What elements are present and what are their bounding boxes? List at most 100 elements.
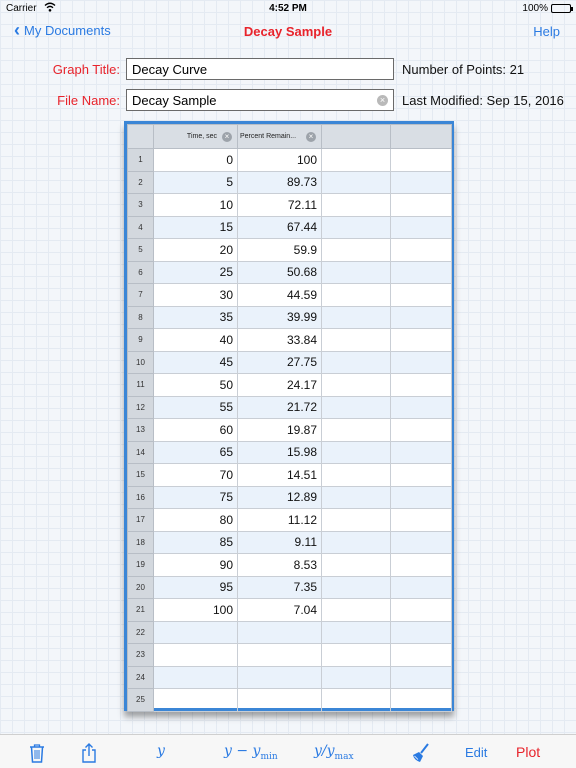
row-number[interactable]: 22 bbox=[127, 620, 154, 644]
clear-column-icon[interactable]: × bbox=[306, 132, 316, 142]
row-number[interactable]: 13 bbox=[127, 418, 154, 442]
empty-cell[interactable] bbox=[321, 395, 391, 419]
empty-cell[interactable] bbox=[390, 215, 452, 239]
empty-cell[interactable] bbox=[390, 328, 452, 352]
empty-cell[interactable] bbox=[321, 170, 391, 194]
time-cell[interactable]: 20 bbox=[153, 238, 238, 262]
percent-cell[interactable] bbox=[237, 620, 322, 644]
percent-cell[interactable] bbox=[237, 643, 322, 667]
empty-cell[interactable] bbox=[321, 215, 391, 239]
clear-column-icon[interactable]: × bbox=[222, 132, 232, 142]
empty-cell[interactable] bbox=[390, 193, 452, 217]
row-number[interactable]: 17 bbox=[127, 508, 154, 532]
row-number[interactable]: 9 bbox=[127, 328, 154, 352]
empty-cell[interactable] bbox=[390, 238, 452, 262]
time-cell[interactable]: 65 bbox=[153, 440, 238, 464]
empty-cell[interactable] bbox=[321, 148, 391, 172]
row-number[interactable]: 6 bbox=[127, 260, 154, 284]
help-button[interactable]: Help bbox=[533, 24, 560, 39]
empty-cell[interactable] bbox=[390, 395, 452, 419]
row-number[interactable]: 25 bbox=[127, 688, 154, 712]
y-div-ymax-button[interactable]: y/ymax bbox=[314, 743, 354, 765]
plot-button[interactable]: Plot bbox=[516, 744, 540, 766]
column-header-percent[interactable]: Percent Remain... × bbox=[237, 124, 322, 149]
clear-icon[interactable]: × bbox=[377, 95, 388, 106]
percent-cell[interactable]: 72.11 bbox=[237, 193, 322, 217]
clear-data-button[interactable] bbox=[410, 742, 432, 764]
percent-cell[interactable]: 39.99 bbox=[237, 305, 322, 329]
empty-cell[interactable] bbox=[321, 283, 391, 307]
time-cell[interactable] bbox=[153, 688, 238, 712]
time-cell[interactable]: 25 bbox=[153, 260, 238, 284]
empty-cell[interactable] bbox=[390, 463, 452, 487]
percent-cell[interactable]: 9.11 bbox=[237, 530, 322, 554]
empty-cell[interactable] bbox=[390, 148, 452, 172]
row-number[interactable]: 21 bbox=[127, 598, 154, 622]
empty-cell[interactable] bbox=[321, 643, 391, 667]
back-button[interactable]: ‹ My Documents bbox=[14, 21, 111, 39]
empty-cell[interactable] bbox=[321, 575, 391, 599]
column-header-time[interactable]: Time, sec × bbox=[153, 124, 238, 149]
empty-cell[interactable] bbox=[390, 553, 452, 577]
percent-cell[interactable]: 15.98 bbox=[237, 440, 322, 464]
percent-cell[interactable]: 8.53 bbox=[237, 553, 322, 577]
empty-cell[interactable] bbox=[390, 283, 452, 307]
empty-cell[interactable] bbox=[390, 260, 452, 284]
empty-cell[interactable] bbox=[390, 373, 452, 397]
empty-cell[interactable] bbox=[390, 508, 452, 532]
empty-cell[interactable] bbox=[321, 553, 391, 577]
empty-cell[interactable] bbox=[390, 643, 452, 667]
y-minus-ymin-button[interactable]: y − ymin bbox=[224, 743, 278, 765]
row-number[interactable]: 14 bbox=[127, 440, 154, 464]
time-cell[interactable]: 50 bbox=[153, 373, 238, 397]
row-number[interactable]: 10 bbox=[127, 350, 154, 374]
empty-cell[interactable] bbox=[321, 260, 391, 284]
empty-cell[interactable] bbox=[321, 530, 391, 554]
empty-cell[interactable] bbox=[321, 373, 391, 397]
empty-cell[interactable] bbox=[390, 530, 452, 554]
time-cell[interactable] bbox=[153, 665, 238, 689]
row-number[interactable]: 23 bbox=[127, 643, 154, 667]
empty-cell[interactable] bbox=[390, 620, 452, 644]
percent-cell[interactable] bbox=[237, 665, 322, 689]
percent-cell[interactable]: 19.87 bbox=[237, 418, 322, 442]
time-cell[interactable]: 35 bbox=[153, 305, 238, 329]
row-number[interactable]: 19 bbox=[127, 553, 154, 577]
percent-cell[interactable]: 89.73 bbox=[237, 170, 322, 194]
time-cell[interactable]: 70 bbox=[153, 463, 238, 487]
time-cell[interactable]: 100 bbox=[153, 598, 238, 622]
percent-cell[interactable]: 44.59 bbox=[237, 283, 322, 307]
row-number[interactable]: 15 bbox=[127, 463, 154, 487]
percent-cell[interactable]: 11.12 bbox=[237, 508, 322, 532]
time-cell[interactable]: 90 bbox=[153, 553, 238, 577]
time-cell[interactable]: 55 bbox=[153, 395, 238, 419]
row-number[interactable]: 4 bbox=[127, 215, 154, 239]
time-cell[interactable]: 95 bbox=[153, 575, 238, 599]
percent-cell[interactable]: 59.9 bbox=[237, 238, 322, 262]
column-header-empty[interactable] bbox=[390, 124, 452, 149]
percent-cell[interactable]: 7.04 bbox=[237, 598, 322, 622]
percent-cell[interactable]: 100 bbox=[237, 148, 322, 172]
empty-cell[interactable] bbox=[321, 508, 391, 532]
percent-cell[interactable] bbox=[237, 688, 322, 712]
empty-cell[interactable] bbox=[390, 598, 452, 622]
row-number[interactable]: 24 bbox=[127, 665, 154, 689]
empty-cell[interactable] bbox=[321, 463, 391, 487]
percent-cell[interactable]: 33.84 bbox=[237, 328, 322, 352]
row-number[interactable]: 5 bbox=[127, 238, 154, 262]
time-cell[interactable] bbox=[153, 620, 238, 644]
percent-cell[interactable]: 27.75 bbox=[237, 350, 322, 374]
time-cell[interactable]: 40 bbox=[153, 328, 238, 352]
time-cell[interactable]: 5 bbox=[153, 170, 238, 194]
percent-cell[interactable]: 7.35 bbox=[237, 575, 322, 599]
file-name-input[interactable] bbox=[126, 89, 394, 111]
empty-cell[interactable] bbox=[321, 305, 391, 329]
column-header-empty[interactable] bbox=[321, 124, 391, 149]
empty-cell[interactable] bbox=[321, 620, 391, 644]
empty-cell[interactable] bbox=[390, 665, 452, 689]
empty-cell[interactable] bbox=[390, 485, 452, 509]
row-number[interactable]: 16 bbox=[127, 485, 154, 509]
percent-cell[interactable]: 24.17 bbox=[237, 373, 322, 397]
edit-button[interactable]: Edit bbox=[465, 745, 487, 767]
row-number[interactable]: 11 bbox=[127, 373, 154, 397]
